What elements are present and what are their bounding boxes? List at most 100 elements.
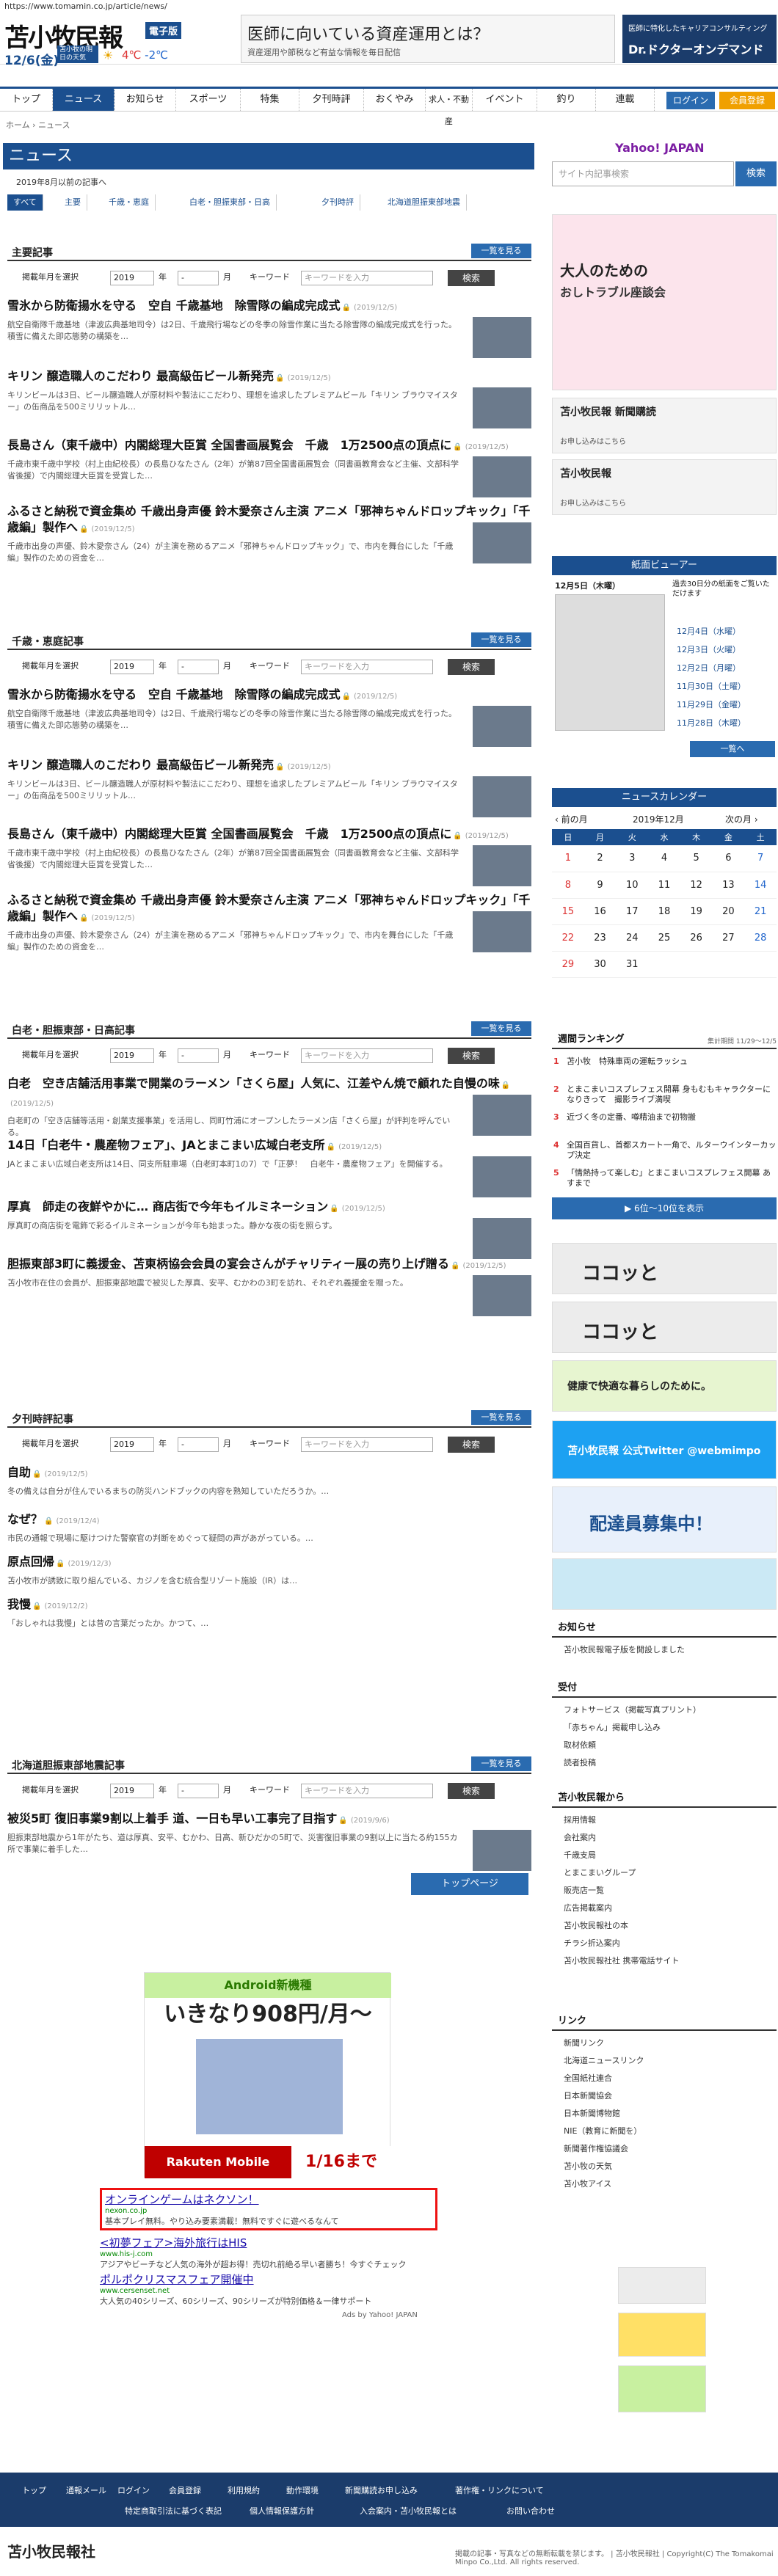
article-item[interactable]: 厚真 師走の夜鮮やかに… 商店街で今年もイルミネーション 🔒 (2019/12/5)… bbox=[7, 1199, 531, 1259]
article-headline[interactable]: 厚真 師走の夜鮮やかに… 商店街で今年もイルミネーション 🔒 (2019/12/5) bbox=[7, 1199, 531, 1217]
calendar-day[interactable]: 19 bbox=[680, 898, 713, 925]
from-items-link[interactable]: 会社案内 bbox=[564, 1831, 596, 1843]
calendar-day[interactable]: 31 bbox=[616, 951, 649, 978]
article-item[interactable]: ふるさと納税で資金集め 千歳出身声優 鈴木愛奈さん主演 アニメ「邪神ちゃんドロッ… bbox=[7, 503, 531, 564]
calendar-day[interactable]: 18 bbox=[648, 898, 680, 925]
ranking-title[interactable]: 「情熱持って楽しむ」とまこまいコスプレフェス開幕 あすまで bbox=[567, 1168, 777, 1189]
register-button[interactable]: 会員登録 bbox=[719, 92, 775, 109]
article-title[interactable]: キリン 醸造職人のこだわり 最高級缶ビール新発売 bbox=[7, 369, 274, 383]
article-thumbnail[interactable] bbox=[473, 845, 531, 886]
footer-link[interactable]: 会員登録 bbox=[169, 2484, 201, 2496]
from-items-link[interactable]: とまこまいグループ bbox=[564, 1867, 636, 1878]
link-items-link[interactable]: NIE（教育に新聞を） bbox=[564, 2125, 641, 2137]
calendar-day[interactable]: 8 bbox=[552, 872, 584, 899]
article-thumbnail[interactable] bbox=[473, 387, 531, 428]
url-bar[interactable]: https://www.tomamin.co.jp/article/news/ bbox=[0, 0, 778, 13]
list-more-button[interactable]: 一覧を見る bbox=[471, 244, 531, 258]
calendar-day[interactable]: 6 bbox=[712, 845, 745, 872]
calendar-day[interactable]: 23 bbox=[584, 924, 617, 952]
article-thumbnail[interactable] bbox=[473, 456, 531, 497]
article-headline[interactable]: 被災5町 復旧事業9割以上着手 道、一日も早い工事完了目指す 🔒 (2019/9/6… bbox=[7, 1811, 531, 1829]
keyword-input[interactable]: キーワードを入力 bbox=[301, 1784, 433, 1798]
article-title[interactable]: 胆振東部3町に義援金、苫東柄協会会員の宴会さんがチャリティー展の売り上げ贈る bbox=[7, 1257, 449, 1271]
calendar-day[interactable]: 12 bbox=[680, 872, 713, 899]
article-item[interactable]: 自助 🔒 (2019/12/5) 冬の備えは自分が住んでいるまちの防災ハンドブックの内… bbox=[7, 1464, 531, 1497]
accept-items-link[interactable]: 「赤ちゃん」掲載申し込み bbox=[564, 1721, 661, 1733]
breadcrumb[interactable]: ホーム › ニュース bbox=[6, 119, 70, 131]
article-title[interactable]: 長島さん（東千歳中）内閣総理大臣賞 全国書画展覧会 千歳 1万2500点の頂点に bbox=[7, 827, 451, 841]
calendar-day[interactable]: 1 bbox=[552, 845, 584, 872]
viewer-date-link[interactable]: 12月3日（火曜） bbox=[677, 643, 741, 655]
promo-tomaemi[interactable]: 苫小牧民報 お申し込みはこちら bbox=[552, 459, 777, 515]
article-thumbnail[interactable] bbox=[473, 522, 531, 563]
article-item[interactable]: 我慢 🔒 (2019/12/2) 「おしゃれは我慢」とは昔の言葉だったか。かつて、… bbox=[7, 1597, 531, 1630]
footer-link[interactable]: 著作権・リンクについて bbox=[455, 2484, 544, 2496]
calendar-day[interactable]: 2 bbox=[584, 845, 617, 872]
year-select[interactable]: 2019 bbox=[110, 1048, 154, 1063]
article-item[interactable]: 長島さん（東千歳中）内閣総理大臣賞 全国書画展覧会 千歳 1万2500点の頂点に… bbox=[7, 826, 531, 886]
science-ad[interactable] bbox=[618, 2365, 706, 2412]
promo-zadankai[interactable]: 大人のための おしトラブル座談会 bbox=[552, 214, 777, 390]
calendar-day[interactable]: 22 bbox=[552, 924, 584, 952]
tab-chitose[interactable]: 千歳・恵庭 bbox=[103, 194, 156, 211]
footer-link[interactable]: 入会案内・苫小牧民報とは bbox=[360, 2505, 457, 2517]
from-items-link[interactable]: 苫小牧民報社の本 bbox=[564, 1919, 628, 1931]
prev-month-link[interactable]: ‹ 前の月 bbox=[555, 813, 588, 825]
article-headline[interactable]: 雪氷から防衛揚水を守る 空自 千歳基地 除雪隊の編成完成式 🔒 (2019/12/5… bbox=[7, 687, 531, 705]
article-headline[interactable]: なぜ？ 🔒 (2019/12/4) bbox=[7, 1511, 531, 1530]
viewer-date-link[interactable]: 12月4日（水曜） bbox=[677, 625, 741, 637]
filter-search-button[interactable]: 検索 bbox=[448, 270, 495, 286]
calendar-day[interactable]: 9 bbox=[584, 872, 617, 899]
calendar-day[interactable]: 20 bbox=[712, 898, 745, 925]
nav-item-fishing[interactable]: 釣り bbox=[537, 89, 596, 111]
info-items-link[interactable]: 苫小牧民報電子版を開設しました bbox=[564, 1643, 685, 1655]
keyword-input[interactable]: キーワードを入力 bbox=[301, 1437, 433, 1452]
calendar-day[interactable]: 13 bbox=[712, 872, 745, 899]
text-ad-polpo[interactable]: ポルポクリスマスフェア開催中 www.cersenset.net 大人気の40シリー… bbox=[100, 2272, 437, 2307]
article-headline[interactable]: 白老 空き店舗活用事業で開業のラーメン「さくら屋」人気に、江差やん焼で顧れた自慢… bbox=[7, 1076, 531, 1112]
link-items-link[interactable]: 北海道ニュースリンク bbox=[564, 2054, 644, 2066]
year-select[interactable]: 2019 bbox=[110, 1784, 154, 1798]
contest-ad[interactable] bbox=[618, 2313, 706, 2357]
article-thumbnail[interactable] bbox=[473, 317, 531, 358]
month-select[interactable]: - bbox=[178, 660, 219, 674]
article-headline[interactable]: 雪氷から防衛揚水を守る 空自 千歳基地 除雪隊の編成完成式 🔒 (2019/12/5… bbox=[7, 298, 531, 316]
article-thumbnail[interactable] bbox=[473, 1095, 531, 1136]
calendar-day[interactable]: 24 bbox=[616, 924, 649, 952]
water-ad[interactable] bbox=[552, 1558, 777, 1610]
article-title[interactable]: 厚真 師走の夜鮮やかに… 商店街で今年もイルミネーション bbox=[7, 1200, 328, 1214]
article-thumbnail[interactable] bbox=[473, 776, 531, 817]
article-item[interactable]: なぜ？ 🔒 (2019/12/4) 市民の通報で現場に駆けつけた警察官の判断をめぐって… bbox=[7, 1511, 531, 1544]
article-item[interactable]: 長島さん（東千歳中）内閣総理大臣賞 全国書画展覧会 千歳 1万2500点の頂点に… bbox=[7, 437, 531, 497]
from-items-link[interactable]: 採用情報 bbox=[564, 1814, 596, 1825]
viewer-date-link[interactable]: 11月28日（木曜） bbox=[677, 717, 746, 729]
filter-search-button[interactable]: 検索 bbox=[448, 1783, 495, 1799]
footer-link[interactable]: お問い合わせ bbox=[506, 2505, 555, 2517]
accept-items-link[interactable]: 読者投稿 bbox=[564, 1756, 596, 1768]
article-title[interactable]: 自助 bbox=[7, 1465, 31, 1479]
article-headline[interactable]: 胆振東部3町に義援金、苫東柄協会会員の宴会さんがチャリティー展の売り上げ贈る 🔒(… bbox=[7, 1256, 531, 1274]
nav-item-feature[interactable]: 特集 bbox=[241, 89, 299, 111]
list-more-button[interactable]: 一覧を見る bbox=[471, 632, 531, 647]
nav-item-notice[interactable]: お知らせ bbox=[114, 89, 176, 111]
search-button[interactable]: 検索 bbox=[735, 161, 777, 186]
footer-link[interactable]: 動作環境 bbox=[286, 2484, 319, 2496]
cocotto-ad-1[interactable]: ココッと bbox=[552, 1243, 777, 1294]
article-title[interactable]: 被災5町 復旧事業9割以上着手 道、一日も早い工事完了目指す bbox=[7, 1811, 337, 1825]
from-items-link[interactable]: 広告掲載案内 bbox=[564, 1902, 612, 1913]
article-headline[interactable]: 我慢 🔒 (2019/12/2) bbox=[7, 1597, 531, 1615]
keyword-input[interactable]: キーワードを入力 bbox=[301, 660, 433, 674]
rakuten-ad[interactable]: Android新機種 いきなり908円/月〜 Rakuten Mobile 1/… bbox=[144, 1972, 391, 2178]
keyword-input[interactable]: キーワードを入力 bbox=[301, 1048, 433, 1063]
link-items-link[interactable]: 新聞著作権協議会 bbox=[564, 2142, 628, 2154]
article-title[interactable]: 雪氷から防衛揚水を守る 空自 千歳基地 除雪隊の編成完成式 bbox=[7, 687, 341, 701]
calendar-day[interactable]: 28 bbox=[744, 924, 777, 952]
footer-link[interactable]: 特定商取引法に基づく表記 bbox=[125, 2505, 222, 2517]
article-item[interactable]: 白老 空き店舗活用事業で開業のラーメン「さくら屋」人気に、江差やん焼で顧れた自慢… bbox=[7, 1076, 531, 1139]
nav-item-sports[interactable]: スポーツ bbox=[176, 89, 241, 111]
list-more-button[interactable]: 一覧を見る bbox=[471, 1756, 531, 1771]
footer-link[interactable]: 通報メール bbox=[66, 2484, 106, 2496]
viewer-date-link[interactable]: 11月30日（土曜） bbox=[677, 680, 746, 692]
header-ad[interactable]: 医師に向いている資産運用とは？ 資産運用や節税など有益な情報を毎日配信 bbox=[241, 15, 615, 63]
year-select[interactable]: 2019 bbox=[110, 660, 154, 674]
